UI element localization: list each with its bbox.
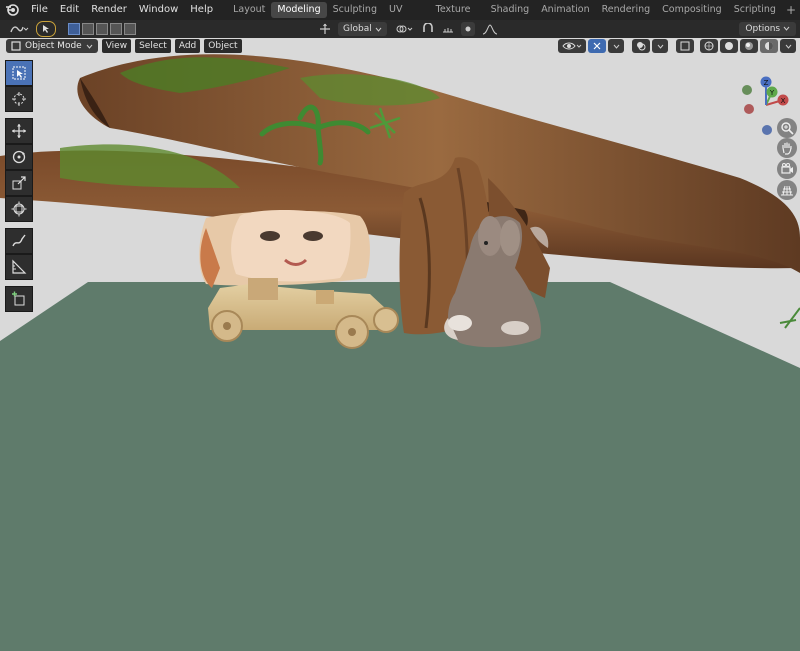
menu-object[interactable]: Object — [204, 39, 242, 53]
xray-icon[interactable] — [676, 39, 694, 53]
viewport-scene — [0, 38, 800, 651]
blender-logo-icon[interactable] — [4, 2, 19, 18]
mode-extend-icon[interactable] — [82, 23, 94, 35]
visibility-icon[interactable] — [558, 39, 586, 53]
tab-rendering[interactable]: Rendering — [596, 2, 657, 18]
tab-scripting[interactable]: Scripting — [728, 2, 782, 18]
pan-hand-icon[interactable] — [777, 138, 797, 158]
scale-tool-icon[interactable] — [5, 170, 33, 196]
annotate-tool-icon[interactable] — [5, 228, 33, 254]
transform-orientation-value: Global — [343, 24, 372, 34]
tool-settings-dropdown[interactable] — [8, 22, 30, 36]
tab-modeling[interactable]: Modeling — [271, 2, 327, 18]
menu-edit[interactable]: Edit — [54, 0, 85, 20]
menu-file[interactable]: File — [25, 0, 54, 20]
tab-layout[interactable]: Layout — [227, 2, 271, 18]
gizmo-neg-y-axis[interactable] — [742, 85, 752, 95]
select-box-tool-icon[interactable] — [5, 60, 33, 86]
selection-mode-buttons — [68, 23, 138, 35]
viewport-header: Object Mode View Select Add Object — [6, 39, 242, 53]
gizmo-y-label: Y — [769, 89, 775, 97]
viewport-shading-header — [558, 39, 796, 53]
cursor-tool-icon[interactable] — [5, 86, 33, 112]
gizmo-dropdown-icon[interactable] — [608, 39, 624, 53]
add-cube-tool-icon[interactable] — [5, 286, 33, 312]
mode-subtract-icon[interactable] — [96, 23, 108, 35]
menu-help[interactable]: Help — [184, 0, 219, 20]
options-dropdown[interactable]: Options — [739, 22, 796, 36]
rotate-tool-icon[interactable] — [5, 144, 33, 170]
transform-orientation-dropdown[interactable]: Global — [338, 22, 387, 36]
move-tool-icon[interactable] — [5, 118, 33, 144]
gizmo-x-label: X — [781, 97, 786, 105]
menu-view[interactable]: View — [101, 39, 132, 53]
menu-render[interactable]: Render — [85, 0, 133, 20]
tab-shading[interactable]: Shading — [485, 2, 536, 18]
measure-tool-icon[interactable] — [5, 254, 33, 280]
tab-uv-editing[interactable]: UV Editing — [383, 2, 430, 31]
ortho-grid-icon[interactable] — [777, 180, 797, 200]
proportional-falloff-icon[interactable] — [481, 22, 499, 36]
camera-view-icon[interactable] — [777, 159, 797, 179]
snap-increment-icon[interactable] — [441, 22, 455, 36]
tab-sculpting[interactable]: Sculpting — [327, 2, 383, 18]
tab-compositing[interactable]: Compositing — [656, 2, 728, 18]
solid-shading-icon[interactable] — [720, 39, 738, 53]
zoom-icon[interactable] — [777, 118, 797, 138]
tab-texture-paint[interactable]: Texture Paint — [430, 2, 485, 31]
tool-header: Global Options — [0, 20, 800, 38]
child-photo-plane[interactable] — [199, 210, 370, 288]
workspace-tabs: Layout Modeling Sculpting UV Editing Tex… — [227, 0, 800, 31]
ground-plane[interactable] — [0, 282, 800, 651]
menu-window[interactable]: Window — [133, 0, 184, 20]
add-workspace-button[interactable]: + — [782, 3, 800, 17]
snap-icon[interactable] — [421, 22, 435, 36]
menu-add[interactable]: Add — [174, 39, 201, 53]
transform-tool-icon[interactable] — [5, 196, 33, 222]
object-mode-label: Object Mode — [25, 41, 82, 51]
menu-select[interactable]: Select — [135, 39, 171, 53]
pivot-point-icon[interactable] — [393, 22, 415, 36]
gizmo-neg-z-axis[interactable] — [762, 125, 772, 135]
rendered-shading-icon[interactable] — [760, 39, 778, 53]
material-preview-icon[interactable] — [740, 39, 758, 53]
gizmo-z-label: Z — [764, 79, 769, 87]
tool-shelf — [5, 60, 33, 312]
mode-invert-icon[interactable] — [110, 23, 122, 35]
top-menu-bar: File Edit Render Window Help Layout Mode… — [0, 0, 800, 31]
3d-viewport[interactable]: Object Mode View Select Add Object X Y Z — [0, 38, 800, 651]
mode-intersect-icon[interactable] — [124, 23, 136, 35]
wireframe-shading-icon[interactable] — [700, 39, 718, 53]
proportional-editing-icon[interactable] — [460, 22, 475, 36]
mode-set-icon[interactable] — [68, 23, 80, 35]
transform-orientation-icon — [318, 22, 332, 36]
select-tool-icon[interactable] — [36, 21, 56, 37]
options-label: Options — [745, 24, 781, 34]
gizmo-toggle-icon[interactable] — [588, 39, 606, 53]
overlays-icon[interactable] — [632, 39, 650, 53]
gizmo-neg-x-axis[interactable] — [744, 104, 754, 114]
object-mode-dropdown[interactable]: Object Mode — [6, 39, 98, 53]
tab-animation[interactable]: Animation — [535, 2, 595, 18]
overlays-dropdown-icon[interactable] — [652, 39, 668, 53]
object-mode-icon — [11, 41, 21, 51]
shading-dropdown-icon[interactable] — [780, 39, 796, 53]
